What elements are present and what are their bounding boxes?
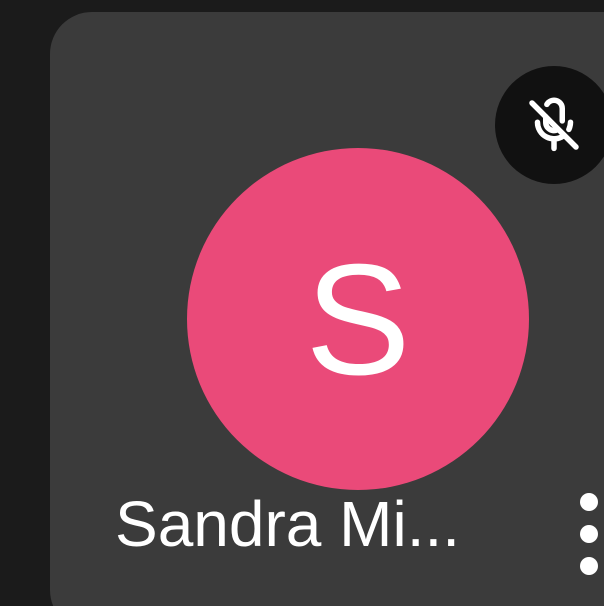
meeting-canvas: S Sandra Mi...: [0, 0, 604, 606]
more-vertical-icon-dot: [580, 525, 598, 543]
more-vertical-icon: [580, 493, 598, 511]
more-vertical-icon-dot: [580, 557, 598, 575]
participant-tile[interactable]: S Sandra Mi...: [50, 12, 604, 606]
participant-name: Sandra Mi...: [115, 488, 461, 560]
more-options-button[interactable]: [574, 474, 604, 594]
avatar: S: [187, 148, 529, 490]
mute-indicator: [495, 66, 604, 184]
mic-off-icon: [521, 92, 587, 158]
avatar-initial: S: [305, 232, 411, 408]
